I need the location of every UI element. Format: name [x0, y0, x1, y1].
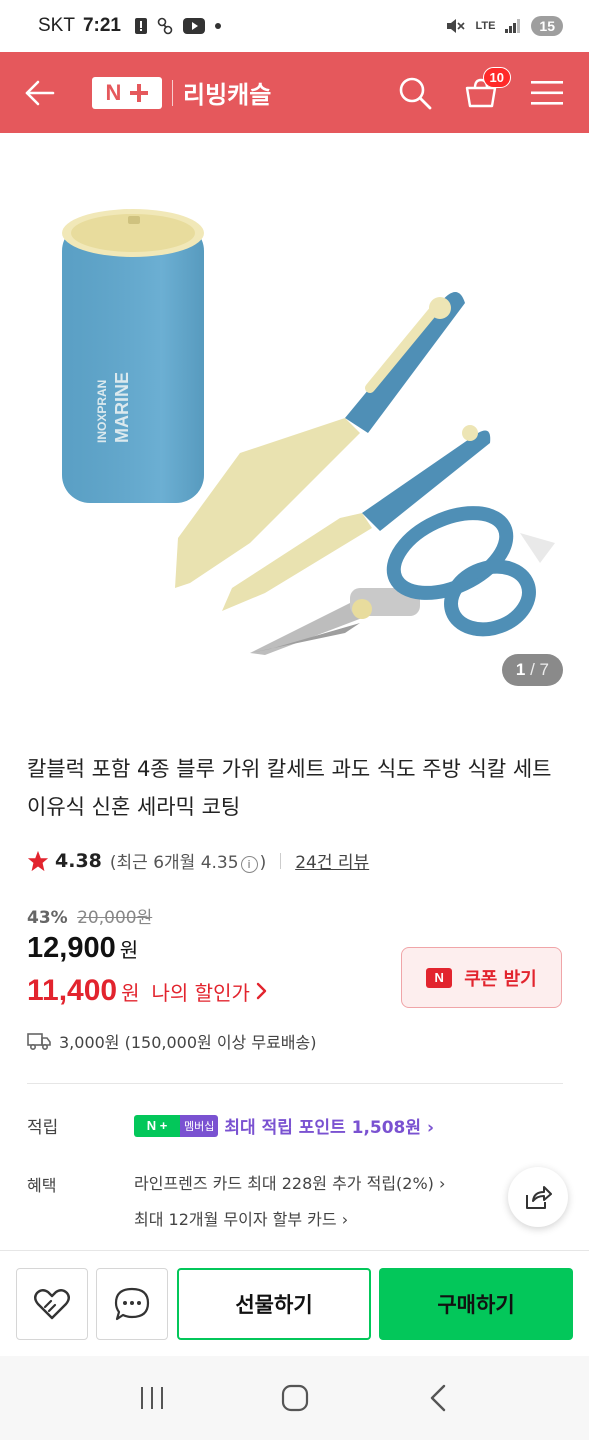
knife-block-illustration: INOXPRAN MARINE: [62, 209, 204, 503]
benefit-lines: 라인프렌즈 카드 최대 228원 추가 적립(2%) › 최대 12개월 무이자…: [134, 1166, 445, 1238]
battery-indicator: 15: [531, 16, 563, 36]
chevron-left-icon: [430, 1384, 445, 1412]
mute-icon: [447, 19, 466, 33]
sale-price-unit: 원: [119, 938, 139, 962]
info-icon[interactable]: i: [240, 856, 258, 873]
section-divider: [27, 1083, 563, 1084]
chat-bubble-icon: [114, 1287, 150, 1321]
rating-divider: [280, 852, 282, 869]
recent-apps-button[interactable]: [127, 1373, 177, 1423]
current-page: 1: [515, 660, 526, 679]
discount-row: 43% 20,000원: [27, 903, 152, 928]
hamburger-menu-icon: [531, 80, 563, 105]
talk-button[interactable]: [96, 1268, 168, 1340]
wishlist-button[interactable]: [16, 1268, 88, 1340]
installment-benefit-link[interactable]: 최대 12개월 무이자 할부 카드 ›: [134, 1202, 445, 1238]
product-image[interactable]: INOXPRAN MARINE: [0, 133, 589, 713]
plus-icon: [130, 83, 149, 102]
block-line-text: MARINE: [112, 372, 132, 443]
page-separator: /: [530, 660, 535, 679]
coupon-n-icon: N: [426, 967, 453, 988]
link-app-icon: [157, 17, 173, 35]
system-nav-bar: [0, 1356, 589, 1440]
signal-icon: [505, 19, 521, 33]
reviews-link[interactable]: 24건 리뷰: [295, 848, 369, 873]
knife-set-photo: INOXPRAN MARINE: [62, 209, 555, 655]
recent-rating: (최근 6개월 4.35 i): [110, 848, 266, 873]
cart-button[interactable]: 10: [463, 66, 511, 111]
share-icon: [526, 1186, 552, 1209]
menu-button[interactable]: [529, 75, 565, 111]
points-label: 적립: [27, 1118, 59, 1138]
home-button[interactable]: [270, 1373, 320, 1423]
coupon-label: 쿠폰 받기: [464, 968, 537, 990]
get-coupon-button[interactable]: N 쿠폰 받기: [401, 947, 562, 1008]
rating-row: 4.38 (최근 6개월 4.35 i) 24건 리뷰: [27, 848, 369, 873]
network-type: LTE: [475, 20, 496, 32]
alert-icon: [134, 18, 147, 34]
store-name: 리빙캐슬: [183, 81, 272, 109]
scissors-illustration: [250, 506, 555, 655]
dot-icon: [214, 23, 221, 29]
my-discount-price[interactable]: 11,400 원 나의 할인가: [27, 974, 268, 1008]
search-icon: [399, 77, 432, 109]
notification-icons: [134, 17, 221, 35]
rating-score: 4.38: [55, 849, 102, 872]
heart-icon: [34, 1289, 70, 1320]
truck-icon: [27, 1033, 51, 1050]
back-nav-button[interactable]: [413, 1373, 463, 1423]
sale-price: 12,900 원: [27, 932, 138, 965]
home-icon: [281, 1384, 308, 1412]
points-row[interactable]: 적립 N + 멤버십 최대 적립 포인트 1,508원 ›: [27, 1113, 567, 1138]
buy-button[interactable]: 구매하기: [379, 1268, 573, 1340]
clock: 7:21: [82, 15, 121, 36]
gift-button[interactable]: 선물하기: [177, 1268, 371, 1340]
product-title: 칼블럭 포함 4종 블루 가위 칼세트 과도 식도 주방 식칼 세트 이유식 신…: [27, 757, 552, 819]
logo-n: N: [105, 79, 123, 105]
my-price-label: 나의 할인가: [151, 981, 250, 1005]
recent-apps-icon: [140, 1387, 163, 1409]
store-logo[interactable]: N 리빙캐슬: [92, 75, 271, 110]
share-button[interactable]: [508, 1167, 568, 1227]
shipping-text: 3,000원 (150,000원 이상 무료배송): [59, 1033, 317, 1052]
arrow-left-icon: [25, 80, 55, 105]
carrier-label: SKT: [38, 15, 75, 36]
youtube-icon: [182, 18, 205, 34]
header-actions: 10: [397, 66, 565, 111]
membership-badge-text: 멤버십: [180, 1114, 219, 1137]
benefits-row: 혜택 라인프렌즈 카드 최대 228원 추가 적립(2%) › 최대 12개월 …: [27, 1172, 567, 1238]
back-button[interactable]: [24, 77, 56, 109]
block-brand-text: INOXPRAN: [95, 380, 109, 443]
nplus-logo: N: [92, 76, 162, 109]
system-icons: LTE 15: [447, 16, 563, 36]
my-price-value: 11,400: [27, 974, 118, 1007]
recent-rating-close: ): [259, 853, 267, 873]
benefits-label: 혜택: [27, 1176, 57, 1195]
bottom-action-bar: 선물하기 구매하기: [0, 1250, 589, 1356]
shipping-info: 3,000원 (150,000원 이상 무료배송): [27, 1029, 316, 1053]
star-icon: [27, 850, 49, 871]
search-button[interactable]: [397, 75, 433, 111]
status-bar: SKT 7:21 LTE 15: [0, 0, 589, 52]
app-header: N 리빙캐슬 10: [0, 52, 589, 133]
chevron-right-icon: [256, 982, 267, 1000]
cart-count-badge: 10: [482, 66, 511, 88]
recent-rating-text: (최근 6개월 4.35: [109, 853, 239, 873]
max-points-text: 최대 적립 포인트 1,508원 ›: [224, 1118, 434, 1138]
card-benefit-link[interactable]: 라인프렌즈 카드 최대 228원 추가 적립(2%) ›: [134, 1166, 445, 1202]
total-pages: 7: [539, 660, 549, 679]
discount-percent: 43%: [27, 908, 68, 928]
original-price: 20,000원: [77, 908, 153, 928]
logo-divider: [172, 79, 173, 106]
nplus-membership-badge: N + 멤버십: [134, 1114, 219, 1137]
sale-price-value: 12,900: [27, 932, 116, 964]
nplus-badge-text: N +: [134, 1114, 180, 1137]
image-page-indicator: 1 / 7: [501, 654, 563, 686]
my-price-unit: 원: [121, 981, 140, 1005]
